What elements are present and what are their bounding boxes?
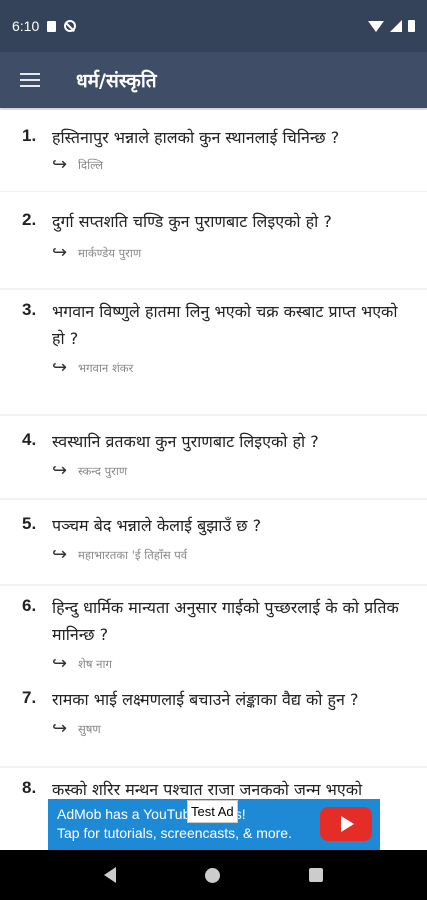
hamburger-menu-icon[interactable] — [2, 52, 58, 108]
status-left: 6:10 — [12, 18, 77, 34]
question-text: स्वस्थानि व्रतकथा कुन पुराणबाट लिइएको हो… — [52, 432, 319, 451]
status-bar: 6:10 — [0, 0, 427, 52]
question-card-4[interactable]: 4. स्वस्थानि व्रतकथा कुन पुराणबाट लिइएको… — [0, 416, 427, 498]
question-card-1[interactable]: 1. हस्तिनापुर भन्नाले हालको कुन स्थानलाई… — [0, 110, 427, 191]
answer-text: दिल्लि — [78, 157, 104, 172]
question-number: 4. — [22, 430, 37, 449]
status-time: 6:10 — [12, 18, 40, 34]
question-card-2[interactable]: 2. दुर्गा सप्तशति चण्डि कुन पुराणबाट लिइ… — [0, 192, 427, 288]
question-text: रामका भाई लक्ष्मणलाई बचाउने लंङ्काका वैद… — [52, 690, 359, 709]
question-number: 7. — [22, 688, 37, 707]
question-text: पञ्चम बेद भन्नाले केलाई बुझाउँ छ ? — [52, 516, 262, 535]
question-number: 6. — [22, 596, 37, 615]
app-bar: धर्म/संस्कृति — [0, 52, 427, 108]
question-text: हिन्दु धार्मिक मान्यता अनुसार गाईको पुच्… — [52, 598, 399, 644]
status-right — [368, 20, 415, 32]
answer-text: महाभारतका 'ई तिहाँस पर्व — [78, 547, 188, 562]
ad-banner[interactable]: AdMob has a YouTube Series! Tap for tuto… — [48, 799, 380, 850]
battery-icon — [408, 20, 415, 32]
question-number: 3. — [22, 300, 37, 319]
youtube-play-icon — [320, 807, 372, 841]
recent-apps-icon[interactable] — [308, 868, 323, 882]
question-text: भगवान विष्णुले हातमा लिनु भएको चक्र कस्ब… — [52, 302, 398, 348]
back-icon[interactable] — [104, 867, 117, 883]
answer-text: भगवान शंकर — [78, 360, 134, 375]
answer-arrow-icon: ↪ — [52, 242, 68, 263]
page-title: धर्म/संस्कृति — [76, 70, 157, 92]
cell-signal-icon — [390, 20, 402, 32]
question-number: 5. — [22, 514, 37, 533]
question-number: 8. — [22, 778, 37, 797]
do-not-disturb-icon — [64, 20, 77, 32]
answer-arrow-icon: ↪ — [52, 460, 68, 481]
question-text: हस्तिनापुर भन्नाले हालको कुन स्थानलाई चि… — [52, 128, 340, 147]
answer-arrow-icon: ↪ — [52, 718, 68, 739]
question-card-3[interactable]: 3. भगवान विष्णुले हातमा लिनु भएको चक्र क… — [0, 290, 427, 414]
answer-arrow-icon: ↪ — [52, 357, 68, 378]
question-card-5[interactable]: 5. पञ्चम बेद भन्नाले केलाई बुझाउँ छ ? ↪ … — [0, 500, 427, 584]
question-number: 2. — [22, 210, 37, 229]
question-text: दुर्गा सप्तशति चण्डि कुन पुराणबाट लिइएको… — [52, 212, 332, 231]
question-card-7[interactable]: 7. रामका भाई लक्ष्मणलाई बचाउने लंङ्काका … — [0, 670, 427, 766]
question-number: 1. — [22, 126, 37, 145]
wifi-icon — [368, 20, 384, 32]
test-ad-label: Test Ad — [187, 800, 238, 823]
answer-text: सुषण — [78, 721, 101, 736]
answer-arrow-icon: ↪ — [52, 544, 68, 565]
system-nav-bar — [0, 850, 427, 900]
answer-text: स्कन्द पुराण — [78, 463, 128, 478]
answer-arrow-icon: ↪ — [52, 154, 68, 175]
answer-text: मार्कण्डेय पुराण — [78, 245, 142, 260]
sim-card-icon — [47, 20, 57, 32]
home-icon[interactable] — [204, 867, 220, 883]
